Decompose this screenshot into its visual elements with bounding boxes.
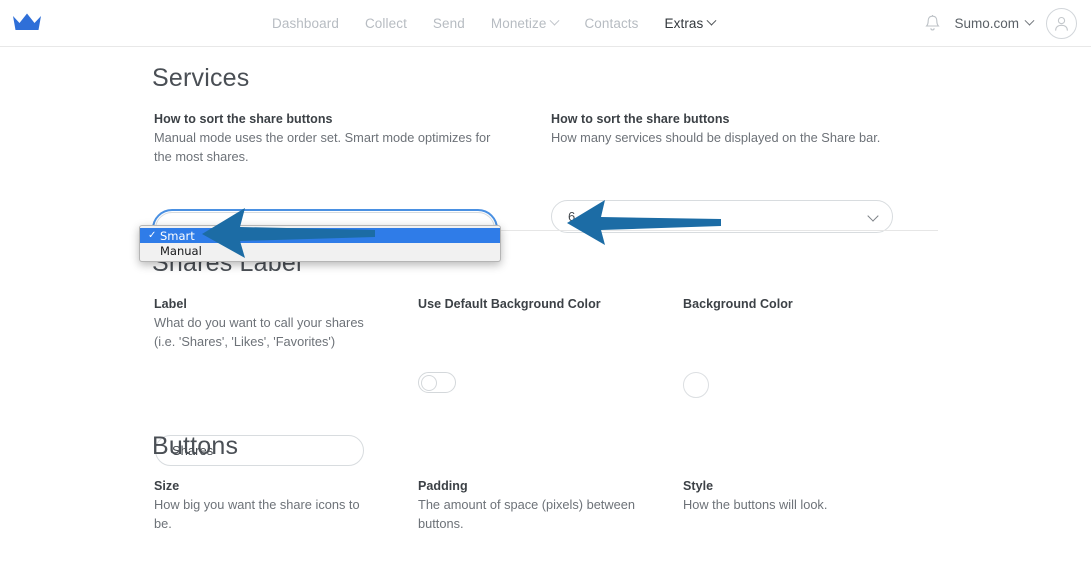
service-count-select[interactable]: 6 (551, 200, 893, 233)
account-name-label: Sumo.com (954, 15, 1019, 31)
style-label: Style (683, 479, 714, 493)
use-default-bg-toggle[interactable] (418, 372, 456, 393)
padding-label: Padding (418, 479, 468, 493)
top-navigation-bar: Dashboard Collect Send Monetize Contacts… (0, 0, 1091, 47)
nav-right-cluster: Sumo.com (924, 0, 1077, 46)
use-default-bg-group: Use Default Background Color (418, 297, 668, 314)
nav-item-send[interactable]: Send (433, 16, 465, 31)
bell-icon[interactable] (924, 14, 941, 33)
dropdown-option-manual[interactable]: Manual (140, 243, 500, 258)
size-label: Size (154, 479, 180, 493)
style-help: How the buttons will look. (683, 497, 828, 512)
nav-item-collect[interactable]: Collect (365, 16, 407, 31)
toggle-knob (421, 374, 437, 391)
nav-item-extras[interactable]: Extras (664, 15, 717, 31)
chevron-down-icon (1024, 15, 1035, 26)
label-field-group: Label What do you want to call your shar… (154, 297, 379, 351)
nav-label-extras: Extras (664, 15, 704, 31)
service-count-field-group: How to sort the share buttons How many s… (551, 112, 896, 148)
padding-help: The amount of space (pixels) between but… (418, 497, 635, 531)
dropdown-option-smart-label: Smart (160, 228, 195, 243)
account-menu[interactable]: Sumo.com (954, 15, 1035, 31)
sort-mode-help: Manual mode uses the order set. Smart mo… (154, 130, 491, 164)
padding-field-group: Padding The amount of space (pixels) bet… (418, 479, 643, 533)
chevron-down-icon (549, 15, 560, 26)
sort-mode-dropdown-list[interactable]: ✓ Smart Manual (139, 225, 501, 262)
service-count-label: How to sort the share buttons (551, 112, 730, 126)
size-help: How big you want the share icons to be. (154, 497, 360, 531)
service-count-help: How many services should be displayed on… (551, 130, 881, 145)
nav-label-dashboard: Dashboard (272, 15, 339, 31)
style-field-group: Style How the buttons will look. (683, 479, 908, 515)
chevron-down-icon (706, 15, 717, 26)
sort-mode-field-group: How to sort the share buttons Manual mod… (154, 112, 494, 166)
background-color-group: Background Color (683, 297, 933, 314)
settings-page-body: Services How to sort the share buttons M… (0, 47, 1091, 585)
sort-mode-label: How to sort the share buttons (154, 112, 333, 126)
nav-item-dashboard[interactable]: Dashboard (272, 16, 339, 31)
nav-label-collect: Collect (364, 15, 407, 31)
nav-label-monetize: Monetize (490, 15, 547, 31)
nav-item-contacts[interactable]: Contacts (584, 16, 638, 31)
primary-nav-links: Dashboard Collect Send Monetize Contacts… (272, 0, 717, 46)
dropdown-option-manual-label: Manual (160, 243, 202, 258)
nav-label-contacts: Contacts (584, 15, 639, 31)
dropdown-option-smart[interactable]: ✓ Smart (140, 228, 500, 243)
sumo-crown-logo[interactable] (12, 11, 42, 35)
service-count-value: 6 (568, 209, 576, 224)
nav-item-monetize[interactable]: Monetize (490, 15, 560, 31)
chevron-down-icon (867, 210, 879, 222)
services-section-title: Services (152, 64, 250, 92)
background-color-swatch[interactable] (683, 372, 709, 398)
label-field-help: What do you want to call your shares (i.… (154, 315, 364, 349)
size-field-group: Size How big you want the share icons to… (154, 479, 379, 533)
checkmark-icon: ✓ (148, 229, 157, 241)
use-default-bg-label: Use Default Background Color (418, 297, 601, 311)
buttons-section-title: Buttons (152, 432, 239, 460)
label-field-label: Label (154, 297, 187, 311)
nav-label-send: Send (432, 15, 465, 31)
user-avatar-icon[interactable] (1046, 7, 1077, 39)
background-color-label: Background Color (683, 297, 793, 311)
